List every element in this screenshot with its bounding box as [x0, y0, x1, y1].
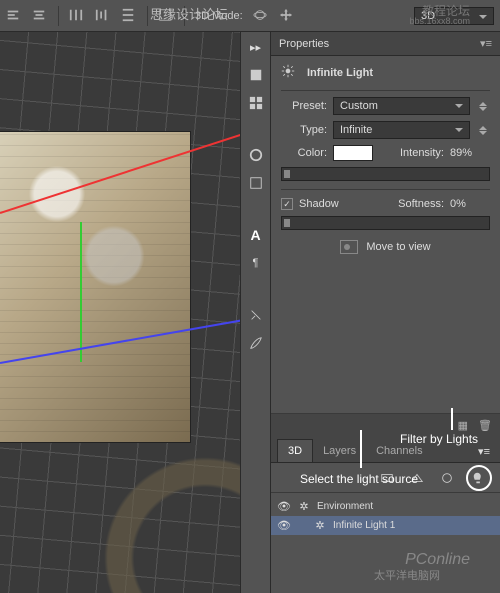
softness-label: Softness:: [398, 198, 444, 210]
shadow-label: Shadow: [299, 198, 339, 210]
tab-channels[interactable]: Channels: [366, 440, 432, 462]
preset-stepper-icon[interactable]: [476, 98, 490, 115]
color-label: Color:: [281, 147, 327, 159]
align-icon[interactable]: [6, 8, 22, 24]
distribute-icon[interactable]: [69, 8, 85, 24]
paragraph-icon[interactable]: ¶: [247, 254, 265, 272]
viewport[interactable]: [0, 32, 240, 593]
intensity-value[interactable]: 89%: [450, 147, 490, 159]
softness-slider[interactable]: [281, 216, 490, 230]
preset-select[interactable]: Custom: [333, 97, 470, 115]
move-to-view-icon[interactable]: [340, 240, 358, 254]
adjustments-icon[interactable]: [247, 146, 265, 164]
render-icon[interactable]: ▦: [458, 419, 468, 432]
watermark: bbs.16xx8.com: [409, 16, 470, 26]
intensity-slider[interactable]: [281, 167, 490, 181]
tab-3d[interactable]: 3D: [277, 439, 313, 462]
properties-panel: Infinite Light Preset: Custom Type: Infi…: [271, 56, 500, 272]
layer-row[interactable]: 👁 ✲ Infinite Light 1: [271, 516, 500, 535]
collapse-icon[interactable]: ▸▸: [247, 38, 265, 56]
light-type-icon[interactable]: [281, 64, 299, 82]
visibility-icon[interactable]: 👁: [277, 500, 291, 513]
intensity-label: Intensity:: [400, 147, 444, 159]
divider: [147, 6, 148, 26]
properties-title: Properties: [279, 38, 329, 50]
align-icon[interactable]: [32, 8, 48, 24]
filter-lights-icon[interactable]: [466, 465, 492, 491]
properties-footer: ▦ 🗑: [271, 413, 500, 437]
vertical-dock: ▸▸ A ¶: [240, 32, 270, 593]
light-icon: ✲: [313, 519, 327, 532]
layer-name: Environment: [317, 501, 494, 512]
light-name: Infinite Light: [307, 67, 373, 79]
tool-preset-icon[interactable]: [247, 306, 265, 324]
trash-icon[interactable]: 🗑: [478, 419, 492, 432]
panel-menu-icon[interactable]: ▾≡: [480, 37, 492, 50]
axis-y[interactable]: [80, 222, 82, 362]
distribute-icon[interactable]: [121, 8, 137, 24]
panel-menu-icon[interactable]: ▾≡: [474, 441, 494, 462]
type-stepper-icon[interactable]: [476, 122, 490, 139]
styles-icon[interactable]: [247, 174, 265, 192]
divider: [58, 6, 59, 26]
tab-layers[interactable]: Layers: [313, 440, 366, 462]
pan-icon[interactable]: [279, 8, 295, 24]
watermark: 太平洋电脑网: [374, 567, 440, 583]
type-select[interactable]: Infinite: [333, 121, 470, 139]
filter-material-icon[interactable]: [436, 468, 458, 488]
visibility-icon[interactable]: 👁: [277, 519, 291, 532]
move-to-view-button[interactable]: Move to view: [366, 241, 430, 253]
swatches-icon[interactable]: [247, 94, 265, 112]
filter-bar: [271, 463, 500, 493]
type-label: Type:: [281, 124, 327, 136]
color-icon[interactable]: [247, 66, 265, 84]
brush-icon[interactable]: [247, 334, 265, 352]
properties-header: Properties ▾≡: [271, 32, 500, 56]
character-icon[interactable]: A: [247, 226, 265, 244]
lower-panel-tabs: 3D Layers Channels ▾≡: [271, 437, 500, 463]
orbit-icon[interactable]: [253, 8, 269, 24]
shadow-checkbox[interactable]: [281, 198, 293, 210]
environment-icon: ✲: [297, 500, 311, 513]
filter-whole-icon[interactable]: [376, 468, 398, 488]
distribute-icon[interactable]: [95, 8, 111, 24]
watermark: 思缘设计论坛: [150, 4, 228, 23]
softness-value[interactable]: 0%: [450, 198, 490, 210]
color-swatch[interactable]: [333, 145, 373, 161]
layer-name: Infinite Light 1: [333, 520, 494, 531]
preset-label: Preset:: [281, 100, 327, 112]
canvas-content: [0, 132, 190, 442]
layer-row[interactable]: 👁 ✲ Environment: [271, 497, 500, 516]
filter-mesh-icon[interactable]: [406, 468, 428, 488]
